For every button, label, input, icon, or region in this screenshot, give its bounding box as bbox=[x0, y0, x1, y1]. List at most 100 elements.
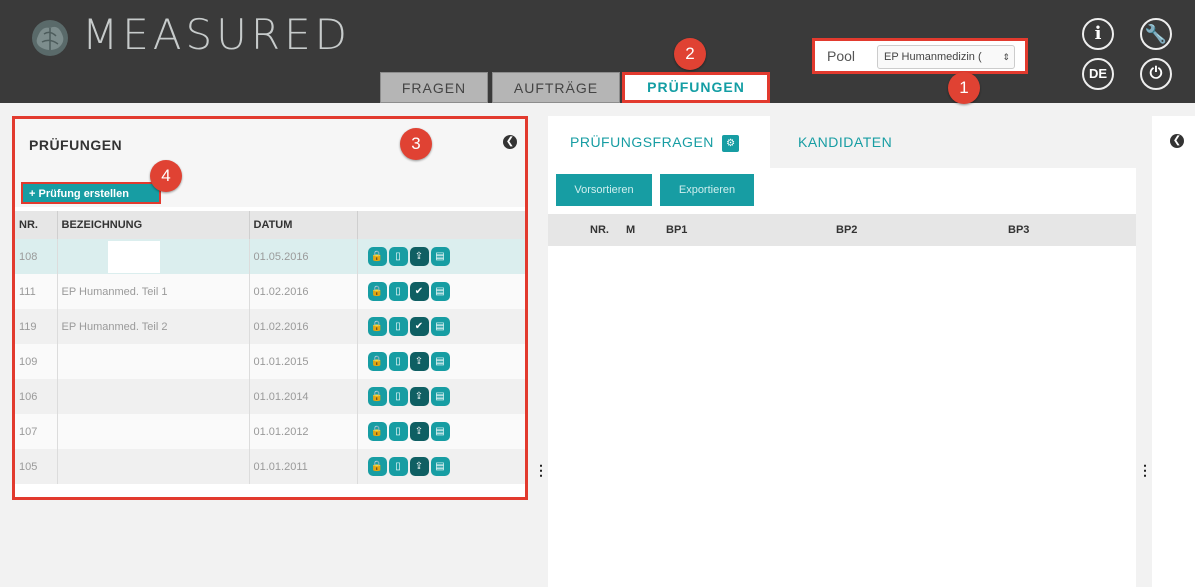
exam-actions: 🔒 ▯ ⇪ ▤ bbox=[357, 414, 525, 449]
lock-icon[interactable]: 🔒 bbox=[367, 387, 387, 406]
table-row[interactable]: 105 01.01.2011 🔒 ▯ ⇪ ▤ bbox=[15, 449, 525, 484]
tab-fragen[interactable]: FRAGEN bbox=[380, 72, 488, 103]
lock-icon[interactable]: 🔒 bbox=[367, 457, 387, 476]
add-exam-button[interactable]: + Prüfung erstellen bbox=[21, 182, 161, 204]
settings-wrench-button[interactable]: 🔧 bbox=[1140, 18, 1172, 50]
panel-resize-handle-right[interactable]: ⋮ bbox=[1138, 462, 1152, 479]
col-nr-header[interactable]: NR. bbox=[15, 211, 58, 239]
tab-auftraege[interactable]: AUFTRÄGE bbox=[492, 72, 620, 103]
tab-pruefungsfragen[interactable]: PRÜFUNGSFRAGEN ⚙ bbox=[548, 116, 770, 168]
chart-icon[interactable]: ▤ bbox=[430, 247, 450, 266]
chart-icon[interactable]: ▤ bbox=[430, 317, 450, 336]
col-datum-header[interactable]: DATUM bbox=[249, 211, 358, 239]
exam-bezeichnung bbox=[57, 344, 250, 379]
tab-kandidaten[interactable]: KANDIDATEN bbox=[770, 116, 1136, 168]
exam-actions: 🔒 ▯ ⇪ ▤ bbox=[357, 344, 525, 379]
upload-icon[interactable]: ⇪ bbox=[409, 352, 429, 371]
questions-header-row: NR. M BP1 BP2 BP3 bbox=[548, 214, 1136, 246]
exam-nr: 107 bbox=[15, 414, 58, 449]
exam-nr: 119 bbox=[15, 309, 58, 344]
chart-icon[interactable]: ▤ bbox=[430, 387, 450, 406]
col-q-nr-header[interactable]: NR. bbox=[584, 214, 620, 246]
exam-nr: 105 bbox=[15, 449, 58, 484]
presort-button[interactable]: Vorsortieren bbox=[556, 174, 652, 206]
exam-datum: 01.01.2014 bbox=[249, 379, 358, 414]
col-m-header[interactable]: M bbox=[620, 214, 660, 246]
table-header-row: NR. BEZEICHNUNG DATUM bbox=[15, 211, 525, 239]
exam-nr: 111 bbox=[15, 274, 58, 309]
exam-datum: 01.01.2011 bbox=[249, 449, 358, 484]
brain-logo-icon bbox=[32, 20, 68, 56]
language-button[interactable]: DE bbox=[1082, 58, 1114, 90]
collapse-left-icon[interactable]: ❮ bbox=[503, 135, 517, 149]
logout-power-button[interactable]: ⏻ bbox=[1140, 58, 1172, 90]
pool-label: Pool bbox=[827, 48, 856, 64]
chart-icon[interactable]: ▤ bbox=[430, 422, 450, 441]
table-row[interactable]: 119 EP Humanmed. Teil 2 01.02.2016 🔒 ▯ ✔ ▤ bbox=[15, 309, 525, 344]
tab-pruefungen[interactable]: PRÜFUNGEN bbox=[622, 72, 770, 103]
document-icon[interactable]: ▯ bbox=[388, 387, 408, 406]
exam-nr: 106 bbox=[15, 379, 58, 414]
annotation-badge-2: 2 bbox=[674, 38, 706, 70]
pool-selector: Pool EP Humanmedizin ( ⇕ bbox=[812, 38, 1028, 74]
exam-bezeichnung bbox=[57, 414, 250, 449]
exam-bezeichnung: EP Humanmed. Teil 2 bbox=[57, 309, 250, 344]
exam-actions: 🔒 ▯ ⇪ ▤ bbox=[357, 449, 525, 484]
exam-datum: 01.01.2015 bbox=[249, 344, 358, 379]
col-actions-header bbox=[357, 211, 525, 239]
panel-resize-handle[interactable]: ⋮ bbox=[534, 462, 548, 479]
select-arrows-icon: ⇕ bbox=[1002, 52, 1010, 62]
lock-icon[interactable]: 🔒 bbox=[367, 422, 387, 441]
exam-nr: 109 bbox=[15, 344, 58, 379]
check-icon[interactable]: ✔ bbox=[409, 317, 429, 336]
lock-icon[interactable]: 🔒 bbox=[367, 317, 387, 336]
col-spacer bbox=[548, 214, 584, 246]
lock-icon[interactable]: 🔒 bbox=[367, 247, 387, 266]
collapse-right-icon[interactable]: ❮ bbox=[1170, 134, 1184, 148]
exam-bezeichnung bbox=[57, 379, 250, 414]
upload-icon[interactable]: ⇪ bbox=[409, 457, 429, 476]
check-icon[interactable]: ✔ bbox=[409, 282, 429, 301]
table-row[interactable]: 107 01.01.2012 🔒 ▯ ⇪ ▤ bbox=[15, 414, 525, 449]
exam-details-panel: PRÜFUNGSFRAGEN ⚙ KANDIDATEN Vorsortieren… bbox=[548, 116, 1136, 587]
document-icon[interactable]: ▯ bbox=[388, 457, 408, 476]
pool-select[interactable]: EP Humanmedizin ( ⇕ bbox=[877, 45, 1015, 69]
document-icon[interactable]: ▯ bbox=[388, 282, 408, 301]
col-bp1-header[interactable]: BP1 bbox=[660, 214, 830, 246]
lock-icon[interactable]: 🔒 bbox=[367, 352, 387, 371]
document-icon[interactable]: ▯ bbox=[388, 352, 408, 371]
upload-icon[interactable]: ⇪ bbox=[409, 387, 429, 406]
table-row[interactable]: 106 01.01.2014 🔒 ▯ ⇪ ▤ bbox=[15, 379, 525, 414]
col-bezeichnung-header[interactable]: BEZEICHNUNG bbox=[57, 211, 250, 239]
document-icon[interactable]: ▯ bbox=[388, 317, 408, 336]
chart-icon[interactable]: ▤ bbox=[430, 457, 450, 476]
col-bp2-header[interactable]: BP2 bbox=[830, 214, 1002, 246]
chart-icon[interactable]: ▤ bbox=[430, 282, 450, 301]
lock-icon[interactable]: 🔒 bbox=[367, 282, 387, 301]
export-button[interactable]: Exportieren bbox=[660, 174, 754, 206]
upload-icon[interactable]: ⇪ bbox=[409, 247, 429, 266]
exam-bezeichnung: EP Humanmed. Teil 1 bbox=[57, 274, 250, 309]
table-row[interactable]: 111 EP Humanmed. Teil 1 01.02.2016 🔒 ▯ ✔ ▤ bbox=[15, 274, 525, 309]
exam-bezeichnung bbox=[57, 449, 250, 484]
settings-icon[interactable]: ⚙ bbox=[722, 134, 740, 152]
top-bar: MEASURED FRAGEN AUFTRÄGE PRÜFUNGEN Pool … bbox=[0, 0, 1195, 103]
tab-pruefungsfragen-label: PRÜFUNGSFRAGEN bbox=[570, 134, 714, 150]
exams-panel-title: PRÜFUNGEN bbox=[29, 137, 123, 153]
info-button[interactable]: i bbox=[1082, 18, 1114, 50]
document-icon[interactable]: ▯ bbox=[388, 247, 408, 266]
annotation-badge-3: 3 bbox=[400, 128, 432, 160]
exam-datum: 01.05.2016 bbox=[249, 239, 358, 274]
table-row[interactable]: 109 01.01.2015 🔒 ▯ ⇪ ▤ bbox=[15, 344, 525, 379]
exam-datum: 01.02.2016 bbox=[249, 274, 358, 309]
exam-bezeichnung bbox=[57, 239, 250, 274]
exam-datum: 01.01.2012 bbox=[249, 414, 358, 449]
table-row[interactable]: 108 01.05.2016 🔒 ▯ ⇪ ▤ bbox=[15, 239, 525, 274]
chart-icon[interactable]: ▤ bbox=[430, 352, 450, 371]
upload-icon[interactable]: ⇪ bbox=[409, 422, 429, 441]
col-bp3-header[interactable]: BP3 bbox=[1002, 214, 1136, 246]
document-icon[interactable]: ▯ bbox=[388, 422, 408, 441]
pool-select-value: EP Humanmedizin ( bbox=[884, 51, 982, 63]
annotation-badge-4: 4 bbox=[150, 160, 182, 192]
exams-table: NR. BEZEICHNUNG DATUM 108 01.05.2016 🔒 ▯ ⇪ ▤ 1… bbox=[15, 211, 525, 484]
